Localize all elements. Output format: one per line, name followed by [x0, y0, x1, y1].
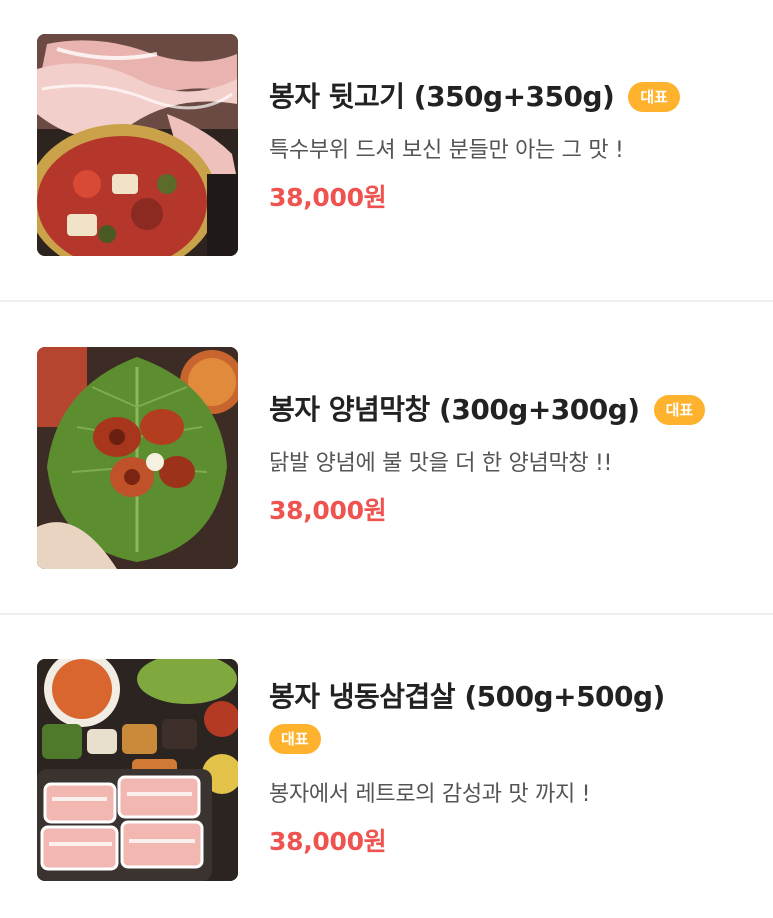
signature-badge: 대표 — [269, 724, 321, 754]
menu-item-info: 봉자 양념막창 (300g+300g) 대표 닭발 양념에 불 맛을 더 한 양… — [269, 391, 753, 527]
menu-item[interactable]: 봉자 뒷고기 (350g+350g) 대표 특수부위 드셔 보신 분들만 아는 … — [0, 0, 773, 300]
signature-badge: 대표 — [628, 82, 680, 112]
menu-title[interactable]: 봉자 양념막창 (300g+300g) — [269, 391, 640, 429]
pork-belly-set-photo-icon — [37, 659, 238, 881]
title-row: 봉자 뒷고기 (350g+350g) 대표 — [269, 78, 753, 116]
menu-item[interactable]: 봉자 냉동삼겹살 (500g+500g) 대표 봉자에서 레트로의 감성과 맛 … — [0, 615, 773, 918]
menu-item-image[interactable] — [37, 347, 238, 569]
menu-description: 닭발 양념에 불 맛을 더 한 양념막창 !! — [269, 451, 613, 476]
signature-badge: 대표 — [653, 395, 706, 425]
grilled-pork-photo-icon — [37, 34, 238, 256]
menu-price: 38,000원 — [269, 827, 387, 856]
menu-item-info: 봉자 냉동삼겹살 (500g+500g) 대표 봉자에서 레트로의 감성과 맛 … — [269, 678, 753, 858]
menu-price: 38,000원 — [269, 183, 387, 212]
menu-title[interactable]: 봉자 냉동삼겹살 (500g+500g) — [269, 678, 665, 716]
menu-price: 38,000원 — [269, 496, 387, 525]
menu-item-image[interactable] — [37, 34, 238, 256]
menu-item-info: 봉자 뒷고기 (350g+350g) 대표 특수부위 드셔 보신 분들만 아는 … — [269, 78, 753, 214]
menu-item[interactable]: 봉자 양념막창 (300g+300g) 대표 닭발 양념에 불 맛을 더 한 양… — [0, 302, 773, 613]
menu-list: 봉자 뒷고기 (350g+350g) 대표 특수부위 드셔 보신 분들만 아는 … — [0, 0, 773, 918]
title-row: 봉자 양념막창 (300g+300g) 대표 — [269, 391, 753, 429]
marinated-intestine-photo-icon — [37, 347, 238, 569]
menu-description: 봉자에서 레트로의 감성과 맛 까지 ! — [269, 782, 591, 807]
menu-description: 특수부위 드셔 보신 분들만 아는 그 맛 ! — [269, 138, 624, 163]
menu-title[interactable]: 봉자 뒷고기 (350g+350g) — [269, 78, 615, 116]
menu-item-image[interactable] — [37, 659, 238, 881]
title-row: 봉자 냉동삼겹살 (500g+500g) — [269, 678, 753, 716]
